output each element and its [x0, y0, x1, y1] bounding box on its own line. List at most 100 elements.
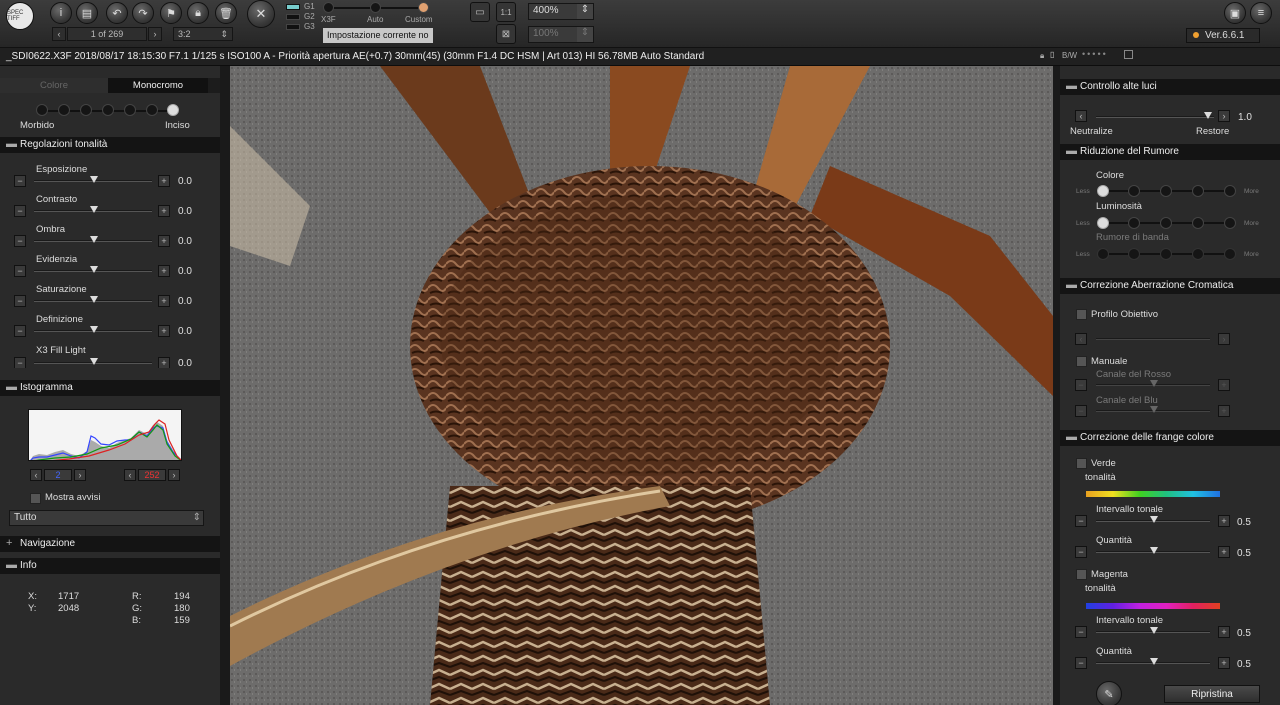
- minus-button[interactable]: −: [14, 295, 26, 307]
- nr-colore-dot-1[interactable]: [1097, 185, 1109, 197]
- rating-dots[interactable]: •••••: [1082, 49, 1108, 59]
- sharpness-dot-7[interactable]: [167, 104, 179, 116]
- minus-button[interactable]: −: [14, 175, 26, 187]
- spec-tiff-icon[interactable]: SPEC TIFF: [6, 2, 34, 30]
- lock-icon[interactable]: 🔒︎: [187, 2, 209, 24]
- info-icon[interactable]: i: [50, 2, 72, 24]
- fringe-correction-header[interactable]: ▬ Correzione delle frange colore: [1060, 430, 1280, 446]
- nr-colore-dot-4[interactable]: [1192, 185, 1204, 197]
- green-checkbox[interactable]: [1076, 458, 1087, 469]
- sharpness-dot-1[interactable]: [36, 104, 48, 116]
- highlight-control-header[interactable]: ▬ Controllo alte luci: [1060, 79, 1280, 95]
- mode-x3f-dot[interactable]: [323, 2, 334, 13]
- green-interval-minus[interactable]: −: [1075, 515, 1087, 527]
- next-image-button[interactable]: ›: [148, 27, 162, 41]
- plus-button[interactable]: +: [158, 325, 170, 337]
- nr-colore-dot-2[interactable]: [1128, 185, 1140, 197]
- hist-low-value[interactable]: 2: [44, 469, 72, 481]
- menu-icon[interactable]: ≡: [1250, 2, 1272, 24]
- highlight-left-button[interactable]: ‹: [1075, 110, 1087, 122]
- sharpness-dot-4[interactable]: [102, 104, 114, 116]
- actual-size-icon[interactable]: 1:1: [496, 2, 516, 22]
- red-plus-button[interactable]: +: [1218, 379, 1230, 391]
- plus-button[interactable]: +: [158, 175, 170, 187]
- hist-low-right-button[interactable]: ›: [74, 469, 86, 481]
- nr-lum-dot-1[interactable]: [1097, 217, 1109, 229]
- slider-thumb[interactable]: [90, 236, 98, 243]
- channel-select[interactable]: Tutto ⇕: [9, 510, 204, 526]
- nr-lum-dot-3[interactable]: [1160, 217, 1172, 229]
- ca-profile-track[interactable]: [1096, 338, 1210, 340]
- minus-button[interactable]: −: [14, 325, 26, 337]
- magenta-interval-minus[interactable]: −: [1075, 626, 1087, 638]
- g1-swatch[interactable]: [286, 4, 300, 10]
- fit-window-icon[interactable]: ▭: [470, 2, 490, 22]
- slider-thumb[interactable]: [90, 206, 98, 213]
- highlight-thumb[interactable]: [1204, 112, 1212, 119]
- manual-checkbox[interactable]: [1076, 356, 1087, 367]
- g2-swatch[interactable]: [286, 14, 300, 20]
- sharpness-dot-2[interactable]: [58, 104, 70, 116]
- sharpness-dot-3[interactable]: [80, 104, 92, 116]
- plus-button[interactable]: +: [158, 357, 170, 368]
- hist-high-value[interactable]: 252: [138, 469, 166, 481]
- plus-button[interactable]: +: [158, 205, 170, 217]
- magenta-quantity-thumb[interactable]: [1150, 658, 1158, 665]
- blue-plus-button[interactable]: +: [1218, 405, 1230, 417]
- magenta-quantity-minus[interactable]: −: [1075, 657, 1087, 669]
- magenta-quantity-plus[interactable]: +: [1218, 657, 1230, 669]
- nr-lum-dot-5[interactable]: [1224, 217, 1236, 229]
- magenta-interval-thumb[interactable]: [1150, 627, 1158, 634]
- aspect-select[interactable]: 3:2 ⇕: [173, 27, 233, 41]
- red-minus-button[interactable]: −: [1075, 379, 1087, 391]
- green-interval-plus[interactable]: +: [1218, 515, 1230, 527]
- minus-button[interactable]: −: [14, 357, 26, 368]
- info-header[interactable]: ▬ Info: [0, 558, 220, 574]
- highlight-track[interactable]: [1096, 116, 1214, 118]
- nr-band-dot-5[interactable]: [1224, 248, 1236, 260]
- mode-custom-dot[interactable]: [418, 2, 429, 13]
- slider-thumb[interactable]: [90, 326, 98, 333]
- right-divider[interactable]: [1053, 66, 1060, 705]
- nr-band-dot-4[interactable]: [1192, 248, 1204, 260]
- image-viewer[interactable]: [230, 66, 1053, 705]
- plus-button[interactable]: +: [158, 265, 170, 277]
- red-thumb[interactable]: [1150, 380, 1158, 387]
- green-interval-thumb[interactable]: [1150, 516, 1158, 523]
- magenta-checkbox[interactable]: [1076, 569, 1087, 580]
- noise-reduction-header[interactable]: ▬ Riduzione del Rumore: [1060, 144, 1280, 160]
- print-icon[interactable]: ▤: [76, 2, 98, 24]
- magenta-hue-gradient[interactable]: [1086, 603, 1220, 609]
- minus-button[interactable]: −: [14, 265, 26, 277]
- minus-button[interactable]: −: [14, 205, 26, 217]
- blue-thumb[interactable]: [1150, 406, 1158, 413]
- slider-thumb[interactable]: [90, 296, 98, 303]
- ca-profile-left-button[interactable]: ‹: [1075, 333, 1087, 345]
- tonal-adjustments-header[interactable]: ▬ Regolazioni tonalità: [0, 137, 220, 153]
- highlight-right-button[interactable]: ›: [1218, 110, 1230, 122]
- zoom-select-secondary[interactable]: 100% ⇕: [528, 26, 594, 43]
- sharpness-dot-6[interactable]: [146, 104, 158, 116]
- tab-monocromo[interactable]: Monocromo: [108, 78, 208, 93]
- histogram-header[interactable]: ▬ Istogramma: [0, 380, 220, 396]
- nr-band-dot-3[interactable]: [1160, 248, 1172, 260]
- hist-low-left-button[interactable]: ‹: [30, 469, 42, 481]
- g3-swatch[interactable]: [286, 24, 300, 30]
- green-quantity-minus[interactable]: −: [1075, 546, 1087, 558]
- slider-thumb[interactable]: [90, 266, 98, 273]
- x3f-tool-icon[interactable]: ✕: [247, 0, 275, 28]
- plus-button[interactable]: +: [158, 295, 170, 307]
- minus-button[interactable]: −: [14, 235, 26, 247]
- green-quantity-plus[interactable]: +: [1218, 546, 1230, 558]
- chromatic-aberration-header[interactable]: ▬ Correzione Aberrazione Cromatica: [1060, 278, 1280, 294]
- nr-colore-dot-3[interactable]: [1160, 185, 1172, 197]
- trash-icon[interactable]: 🗑︎: [215, 2, 237, 24]
- flag-icon[interactable]: ⚑: [160, 2, 182, 24]
- tab-colore[interactable]: Colore: [0, 78, 108, 93]
- nr-colore-dot-5[interactable]: [1224, 185, 1236, 197]
- ca-profile-right-button[interactable]: ›: [1218, 333, 1230, 345]
- green-hue-gradient[interactable]: [1086, 491, 1220, 497]
- hist-high-right-button[interactable]: ›: [168, 469, 180, 481]
- blue-minus-button[interactable]: −: [1075, 405, 1087, 417]
- mode-auto-dot[interactable]: [370, 2, 381, 13]
